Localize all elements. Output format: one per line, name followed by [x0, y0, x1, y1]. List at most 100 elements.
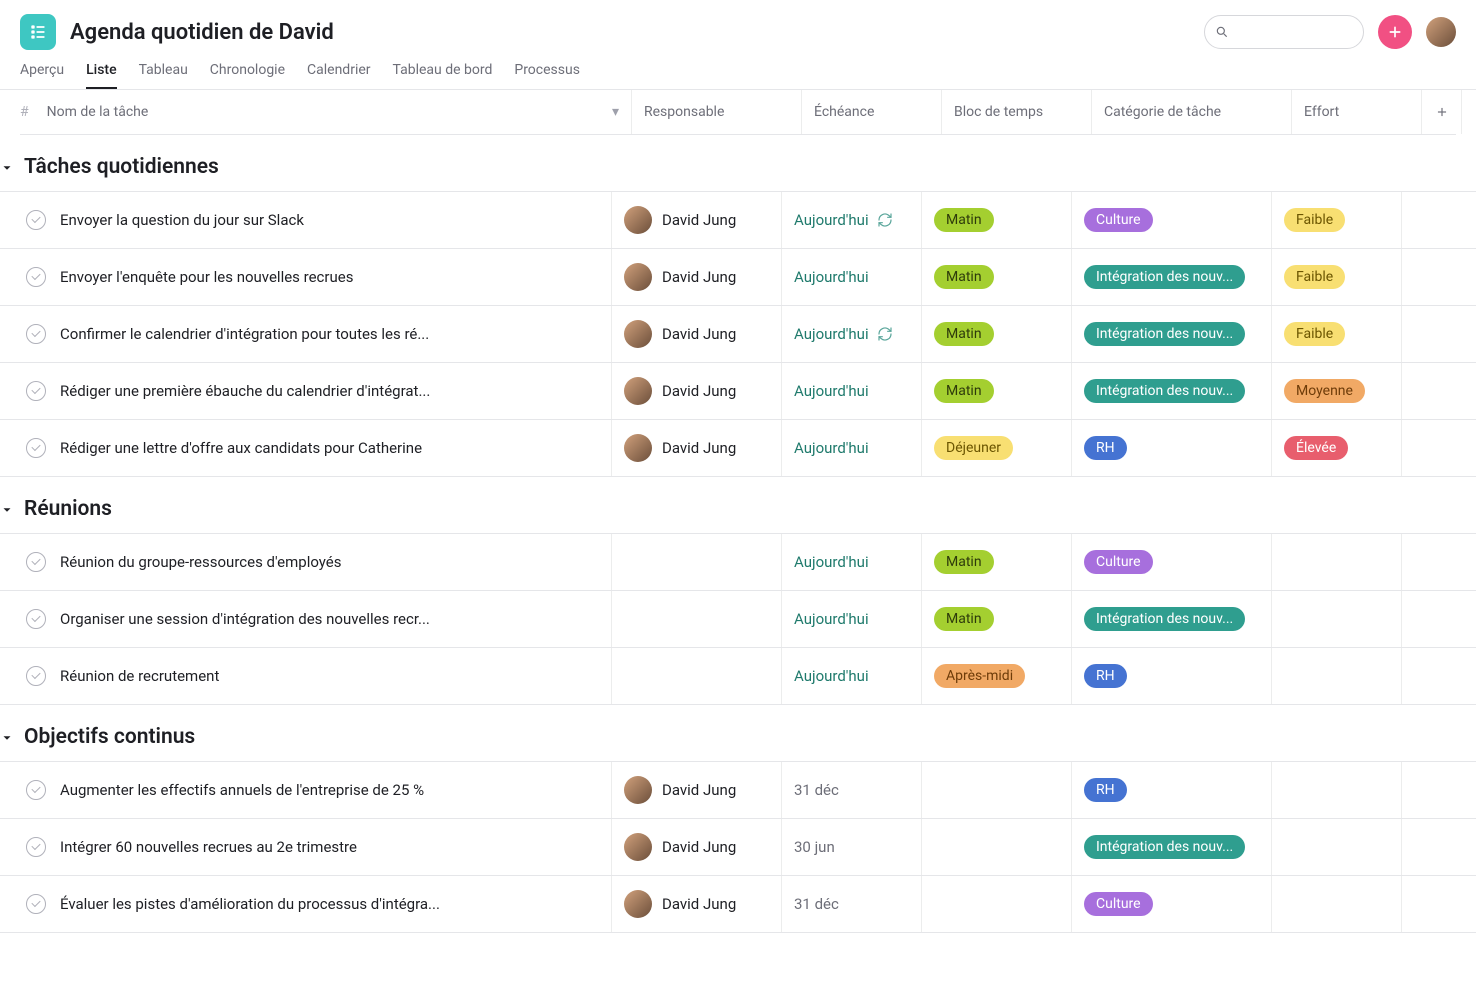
completion-checkbox[interactable]: [26, 438, 46, 458]
block-cell[interactable]: Matin: [922, 534, 1072, 590]
tab-calendrier[interactable]: Calendrier: [307, 62, 371, 89]
completion-checkbox[interactable]: [26, 267, 46, 287]
effort-cell[interactable]: [1272, 648, 1402, 704]
due-date-cell[interactable]: 30 jun: [782, 819, 922, 875]
tab-chronologie[interactable]: Chronologie: [210, 62, 285, 89]
assignee-cell[interactable]: [612, 534, 782, 590]
category-cell[interactable]: Intégration des nouv...: [1072, 249, 1272, 305]
category-cell[interactable]: Intégration des nouv...: [1072, 306, 1272, 362]
tab-tableau-de-bord[interactable]: Tableau de bord: [393, 62, 493, 89]
category-cell[interactable]: RH: [1072, 420, 1272, 476]
task-row[interactable]: Envoyer l'enquête pour les nouvelles rec…: [0, 248, 1476, 305]
due-date-cell[interactable]: Aujourd'hui: [782, 363, 922, 419]
column-block[interactable]: Bloc de temps: [942, 90, 1092, 134]
assignee-cell[interactable]: David Jung: [612, 363, 782, 419]
assignee-cell[interactable]: David Jung: [612, 876, 782, 932]
section-header[interactable]: Tâches quotidiennes: [0, 135, 1476, 191]
category-cell[interactable]: Culture: [1072, 534, 1272, 590]
effort-cell[interactable]: Faible: [1272, 249, 1402, 305]
trailing-cell: [1402, 363, 1442, 419]
project-icon[interactable]: [20, 14, 56, 50]
completion-checkbox[interactable]: [26, 210, 46, 230]
task-row[interactable]: Confirmer le calendrier d'intégration po…: [0, 305, 1476, 362]
due-date-cell[interactable]: Aujourd'hui: [782, 249, 922, 305]
effort-cell[interactable]: [1272, 534, 1402, 590]
task-row[interactable]: Évaluer les pistes d'amélioration du pro…: [0, 875, 1476, 933]
completion-checkbox[interactable]: [26, 609, 46, 629]
search-input[interactable]: [1204, 15, 1364, 49]
task-row[interactable]: Augmenter les effectifs annuels de l'ent…: [0, 761, 1476, 818]
block-cell[interactable]: Matin: [922, 192, 1072, 248]
completion-checkbox[interactable]: [26, 837, 46, 857]
block-cell[interactable]: Matin: [922, 591, 1072, 647]
assignee-cell[interactable]: David Jung: [612, 249, 782, 305]
assignee-cell[interactable]: David Jung: [612, 762, 782, 818]
completion-checkbox[interactable]: [26, 666, 46, 686]
assignee-cell[interactable]: David Jung: [612, 819, 782, 875]
completion-checkbox[interactable]: [26, 381, 46, 401]
block-cell[interactable]: Déjeuner: [922, 420, 1072, 476]
assignee-cell[interactable]: David Jung: [612, 192, 782, 248]
assignee-cell[interactable]: David Jung: [612, 306, 782, 362]
tab-aperçu[interactable]: Aperçu: [20, 62, 64, 89]
assignee-cell[interactable]: [612, 591, 782, 647]
tab-tableau[interactable]: Tableau: [139, 62, 188, 89]
add-column-button[interactable]: [1422, 90, 1462, 134]
due-date-cell[interactable]: 31 déc: [782, 876, 922, 932]
block-cell[interactable]: Matin: [922, 306, 1072, 362]
block-cell[interactable]: [922, 762, 1072, 818]
assignee-cell[interactable]: David Jung: [612, 420, 782, 476]
due-date-cell[interactable]: Aujourd'hui: [782, 306, 922, 362]
block-cell[interactable]: [922, 876, 1072, 932]
due-date-cell[interactable]: Aujourd'hui: [782, 648, 922, 704]
chevron-down-icon[interactable]: ▾: [612, 104, 619, 120]
block-cell[interactable]: [922, 819, 1072, 875]
block-cell[interactable]: Après-midi: [922, 648, 1072, 704]
task-row[interactable]: Rédiger une lettre d'offre aux candidats…: [0, 419, 1476, 477]
tab-liste[interactable]: Liste: [86, 62, 117, 89]
effort-cell[interactable]: Moyenne: [1272, 363, 1402, 419]
due-date-cell[interactable]: Aujourd'hui: [782, 420, 922, 476]
task-row[interactable]: Intégrer 60 nouvelles recrues au 2e trim…: [0, 818, 1476, 875]
column-assignee[interactable]: Responsable: [632, 90, 802, 134]
completion-checkbox[interactable]: [26, 324, 46, 344]
section-header[interactable]: Réunions: [0, 477, 1476, 533]
category-cell[interactable]: Culture: [1072, 876, 1272, 932]
completion-checkbox[interactable]: [26, 552, 46, 572]
task-row[interactable]: Rédiger une première ébauche du calendri…: [0, 362, 1476, 419]
category-cell[interactable]: RH: [1072, 762, 1272, 818]
completion-checkbox[interactable]: [26, 780, 46, 800]
effort-cell[interactable]: Faible: [1272, 306, 1402, 362]
section-header[interactable]: Objectifs continus: [0, 705, 1476, 761]
column-task-name[interactable]: # Nom de la tâche ▾: [20, 90, 632, 134]
column-category[interactable]: Catégorie de tâche: [1092, 90, 1292, 134]
effort-cell[interactable]: [1272, 762, 1402, 818]
block-cell[interactable]: Matin: [922, 249, 1072, 305]
category-cell[interactable]: RH: [1072, 648, 1272, 704]
effort-cell[interactable]: [1272, 591, 1402, 647]
category-cell[interactable]: Intégration des nouv...: [1072, 363, 1272, 419]
user-avatar[interactable]: [1426, 17, 1456, 47]
tab-processus[interactable]: Processus: [514, 62, 580, 89]
due-date-cell[interactable]: Aujourd'hui: [782, 192, 922, 248]
effort-cell[interactable]: Faible: [1272, 192, 1402, 248]
task-row[interactable]: Réunion du groupe-ressources d'employésA…: [0, 533, 1476, 590]
category-cell[interactable]: Intégration des nouv...: [1072, 591, 1272, 647]
completion-checkbox[interactable]: [26, 894, 46, 914]
category-cell[interactable]: Intégration des nouv...: [1072, 819, 1272, 875]
task-row[interactable]: Envoyer la question du jour sur SlackDav…: [0, 191, 1476, 248]
assignee-cell[interactable]: [612, 648, 782, 704]
due-date-cell[interactable]: 31 déc: [782, 762, 922, 818]
task-row[interactable]: Réunion de recrutementAujourd'huiAprès-m…: [0, 647, 1476, 705]
category-cell[interactable]: Culture: [1072, 192, 1272, 248]
add-button[interactable]: [1378, 15, 1412, 49]
column-effort[interactable]: Effort: [1292, 90, 1422, 134]
effort-cell[interactable]: Élevée: [1272, 420, 1402, 476]
block-cell[interactable]: Matin: [922, 363, 1072, 419]
effort-cell[interactable]: [1272, 819, 1402, 875]
task-row[interactable]: Organiser une session d'intégration des …: [0, 590, 1476, 647]
due-date-cell[interactable]: Aujourd'hui: [782, 534, 922, 590]
effort-cell[interactable]: [1272, 876, 1402, 932]
column-due[interactable]: Échéance: [802, 90, 942, 134]
due-date-cell[interactable]: Aujourd'hui: [782, 591, 922, 647]
